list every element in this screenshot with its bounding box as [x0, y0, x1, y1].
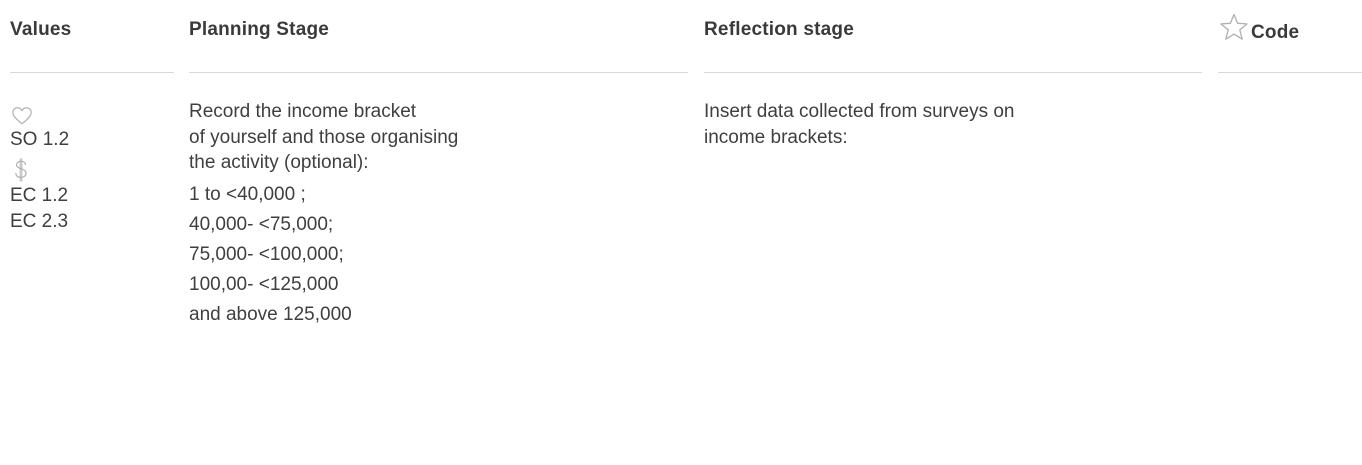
- reflection-column: Reflection stage Insert data collected f…: [704, 0, 1202, 148]
- star-icon: [1220, 13, 1248, 40]
- code-header: Code: [1218, 0, 1362, 73]
- income-bracket-item: and above 125,000: [189, 303, 352, 325]
- planning-header-label: Planning Stage: [189, 19, 330, 40]
- reflection-body: Insert data collected from surveys on in…: [704, 99, 1014, 151]
- planning-intro: Record the income bracket of yourself an…: [189, 99, 458, 176]
- values-column: Values SO 1.2 EC 1.2 EC 2.3: [10, 0, 174, 232]
- reflection-text-line: income brackets:: [704, 127, 848, 148]
- planning-intro-line: Record the income bracket: [189, 101, 417, 122]
- planning-column: Planning Stage Record the income bracket…: [189, 0, 688, 325]
- planning-intro-line: the activity (optional):: [189, 152, 369, 173]
- income-bracket-item: 100,00- <125,000: [189, 273, 339, 295]
- code-column: Code: [1218, 0, 1362, 73]
- value-code-ec-1-2: EC 1.2: [10, 185, 69, 206]
- income-bracket-item: 40,000- <75,000;: [189, 213, 334, 235]
- heart-icon: [12, 107, 32, 125]
- reflection-text-line: Insert data collected from surveys on: [704, 101, 1015, 122]
- reflection-header: Reflection stage: [704, 0, 1202, 73]
- values-body: SO 1.2 EC 1.2 EC 2.3: [10, 99, 69, 235]
- planning-body: Record the income bracket of yourself an…: [189, 99, 458, 330]
- income-bracket-item: 1 to <40,000 ;: [189, 183, 306, 205]
- values-header-label: Values: [10, 19, 72, 40]
- planning-header: Planning Stage: [189, 0, 688, 73]
- dollar-icon: [15, 158, 27, 182]
- value-code-so-1-2: SO 1.2: [10, 129, 70, 150]
- income-bracket-item: 75,000- <100,000;: [189, 243, 344, 265]
- value-code-ec-2-3: EC 2.3: [10, 211, 69, 232]
- reflection-header-label: Reflection stage: [704, 19, 854, 40]
- values-header: Values: [10, 0, 174, 73]
- code-header-text: Code: [1251, 22, 1300, 43]
- code-header-label: Code: [1218, 12, 1300, 43]
- planning-intro-line: of yourself and those organising: [189, 126, 459, 148]
